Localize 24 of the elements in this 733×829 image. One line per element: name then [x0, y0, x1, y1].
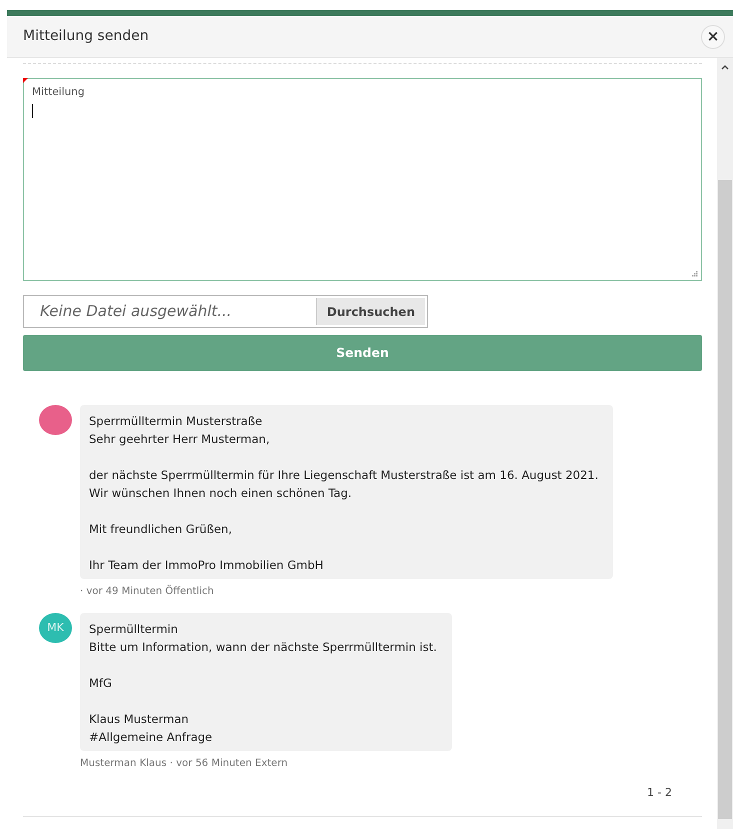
pagination-text: 1 - 2 [646, 785, 673, 801]
message-subject: Sperrmülltermin Musterstraße [89, 414, 262, 428]
message-field[interactable]: Mitteilung [23, 78, 702, 281]
resize-grip-icon[interactable] [691, 270, 698, 277]
message-meta: · vor 49 Minuten Öffentlich [80, 584, 215, 599]
message-text: Ihr Team der ImmoPro Immobilien GmbH [89, 558, 324, 572]
message-text: Mit freundlichen Grüßen, [89, 522, 232, 536]
close-button[interactable]: × [701, 24, 725, 48]
file-input[interactable]: Keine Datei ausgewählt... Durchsuchen [23, 295, 428, 328]
text-cursor [32, 104, 33, 118]
browse-button[interactable]: Durchsuchen [316, 298, 425, 325]
file-placeholder: Keine Datei ausgewählt... [39, 301, 233, 322]
message-subject: Spermülltermin [89, 622, 178, 636]
message-text: Klaus Musterman [89, 712, 189, 726]
dialog-title: Mitteilung senden [23, 27, 149, 46]
scroll-up-icon[interactable] [721, 65, 729, 70]
message-text: Wir wünschen Ihnen noch einen schönen Tag. [89, 486, 352, 500]
message-text: Bitte um Information, wann der nächste Sperrmülltermin ist. [89, 640, 437, 654]
message-text: MfG [89, 676, 112, 690]
message-text: Sehr geehrter Herr Musterman, [89, 432, 270, 446]
message-meta: Musterman Klaus · vor 56 Minuten Extern [80, 757, 289, 771]
message-text: der nächste Sperrmülltermin für Ihre Liegenschaft Musterstraße ist am 16. August 2021. [89, 468, 598, 482]
message-text: #Allgemeine Anfrage [89, 730, 212, 744]
avatar: MK [39, 613, 72, 643]
